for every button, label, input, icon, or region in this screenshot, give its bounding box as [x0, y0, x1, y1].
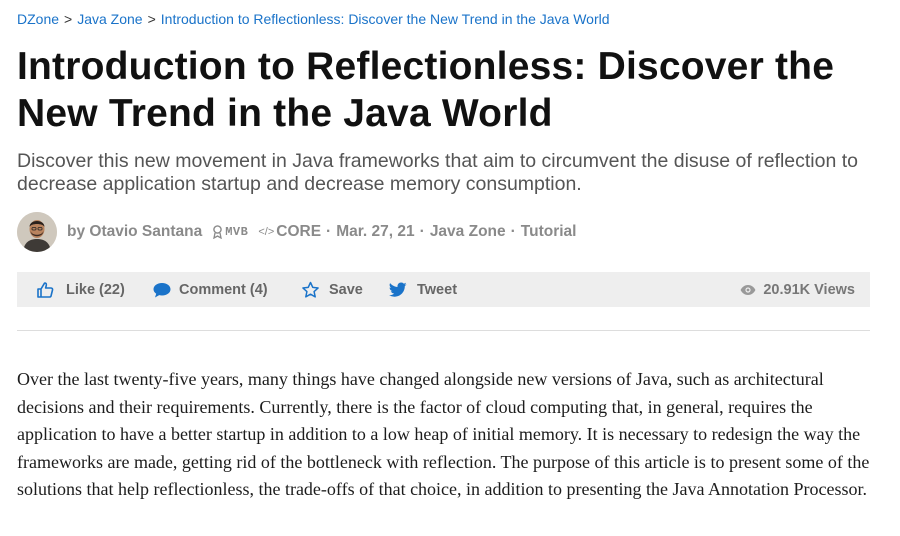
comment-icon [153, 282, 171, 297]
views-count: 20.91K Views [740, 282, 855, 298]
star-icon [302, 281, 319, 298]
save-button[interactable]: Save [301, 281, 363, 299]
article-page: DZone > Java Zone > Introduction to Reflecti… [0, 0, 900, 536]
page-title: Introduction to Reflectionless: Discover… [17, 45, 835, 135]
mvb-badge: MVB [212, 225, 248, 239]
breadcrumb-java-zone[interactable]: Java Zone [77, 11, 142, 27]
byline: by Otavio Santana MVB </> CORE · Mar. 27… [17, 212, 576, 252]
avatar[interactable] [17, 212, 57, 252]
zone-link[interactable]: Java Zone [430, 223, 506, 241]
like-label: Like (22) [66, 281, 125, 298]
twitter-icon [389, 282, 407, 297]
breadcrumb-current-article[interactable]: Introduction to Reflectionless: Discover… [161, 11, 610, 27]
publish-date: Mar. 27, 21 [336, 223, 415, 240]
mvb-badge-label: MVB [225, 225, 249, 239]
thumbs-up-icon [37, 281, 54, 298]
author-name[interactable]: by Otavio Santana [67, 223, 202, 241]
byline-separator: · [419, 223, 425, 240]
core-badge: </> CORE [258, 223, 321, 241]
like-button[interactable]: Like (22) [36, 281, 125, 299]
code-icon: </> [258, 226, 275, 238]
breadcrumb-separator: > [64, 11, 73, 27]
breadcrumb-separator: > [147, 11, 156, 27]
comment-button[interactable]: Comment (4) [152, 281, 268, 299]
breadcrumb-dzone[interactable]: DZone [17, 11, 59, 27]
mvb-badge-icon [213, 225, 223, 239]
core-badge-label: CORE [276, 223, 322, 240]
tweet-label: Tweet [417, 281, 458, 298]
tweet-button[interactable]: Tweet [389, 282, 457, 298]
byline-separator: · [326, 223, 332, 240]
comment-label: Comment (4) [179, 281, 268, 298]
article-type[interactable]: Tutorial [521, 223, 577, 241]
article-subtitle: Discover this new movement in Java frame… [17, 150, 859, 195]
views-label: 20.91K Views [763, 281, 855, 298]
divider [17, 330, 870, 331]
article-body: Over the last twenty-five years, many th… [17, 369, 870, 500]
byline-separator: · [510, 223, 516, 240]
eye-icon [740, 284, 756, 295]
save-label: Save [329, 281, 363, 298]
breadcrumb: DZone > Java Zone > Introduction to Reflecti… [17, 11, 610, 27]
action-bar: Like (22) Comment (4) Save Tweet 20.91K … [17, 272, 870, 307]
